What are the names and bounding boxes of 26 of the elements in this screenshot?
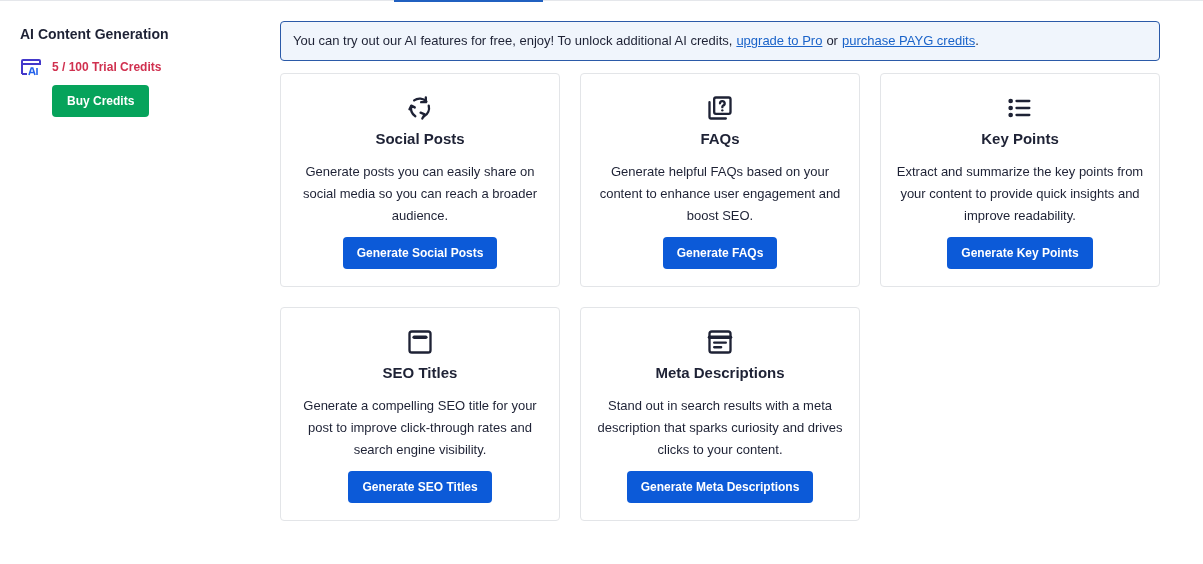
card-description: Generate posts you can easily share on social media so you can reach a broader audience. xyxy=(301,162,539,225)
card-description: Generate a compelling SEO title for your post to improve click-through rates and search engine visibility. xyxy=(302,396,538,459)
generate-button[interactable]: Generate SEO Titles xyxy=(348,470,492,503)
card-title: SEO Titles xyxy=(382,363,458,383)
card-title: Key Points xyxy=(981,129,1059,149)
window-icon xyxy=(406,328,434,356)
notice-text: . xyxy=(975,32,979,51)
card-title: Social Posts xyxy=(375,129,465,149)
ai-card-icon xyxy=(20,58,42,76)
generate-button[interactable]: Generate Key Points xyxy=(947,236,1093,269)
notice-text: You can try out our AI features for free, enjoy! To unlock additional AI credits, xyxy=(293,32,733,51)
card-description: Stand out in search results with a meta description that sparks curiosity and drives clicks to your content. xyxy=(596,396,844,459)
sidebar-title: AI Content Generation xyxy=(20,25,170,44)
generate-button[interactable]: Generate Social Posts xyxy=(342,236,498,269)
buy-credits-button[interactable]: Buy Credits xyxy=(52,85,150,117)
notice-text: or xyxy=(826,32,838,51)
trial-credits: 5 / 100 Trial Credits xyxy=(52,59,162,76)
card-title: Meta Descriptions xyxy=(655,363,785,383)
card-title: FAQs xyxy=(700,129,740,149)
card-description: Generate helpful FAQs based on your content to enhance user engagement and boost SEO. xyxy=(598,162,842,225)
generate-button[interactable]: Generate Meta Descriptions xyxy=(626,470,814,503)
upgrade-link[interactable]: upgrade to Pro xyxy=(736,31,823,51)
generate-button[interactable]: Generate FAQs xyxy=(662,236,778,269)
question-cards-icon xyxy=(706,94,734,122)
document-icon xyxy=(706,328,734,356)
card-description: Extract and summarize the key points from your content to provide quick insights and improve readability. xyxy=(895,162,1145,225)
